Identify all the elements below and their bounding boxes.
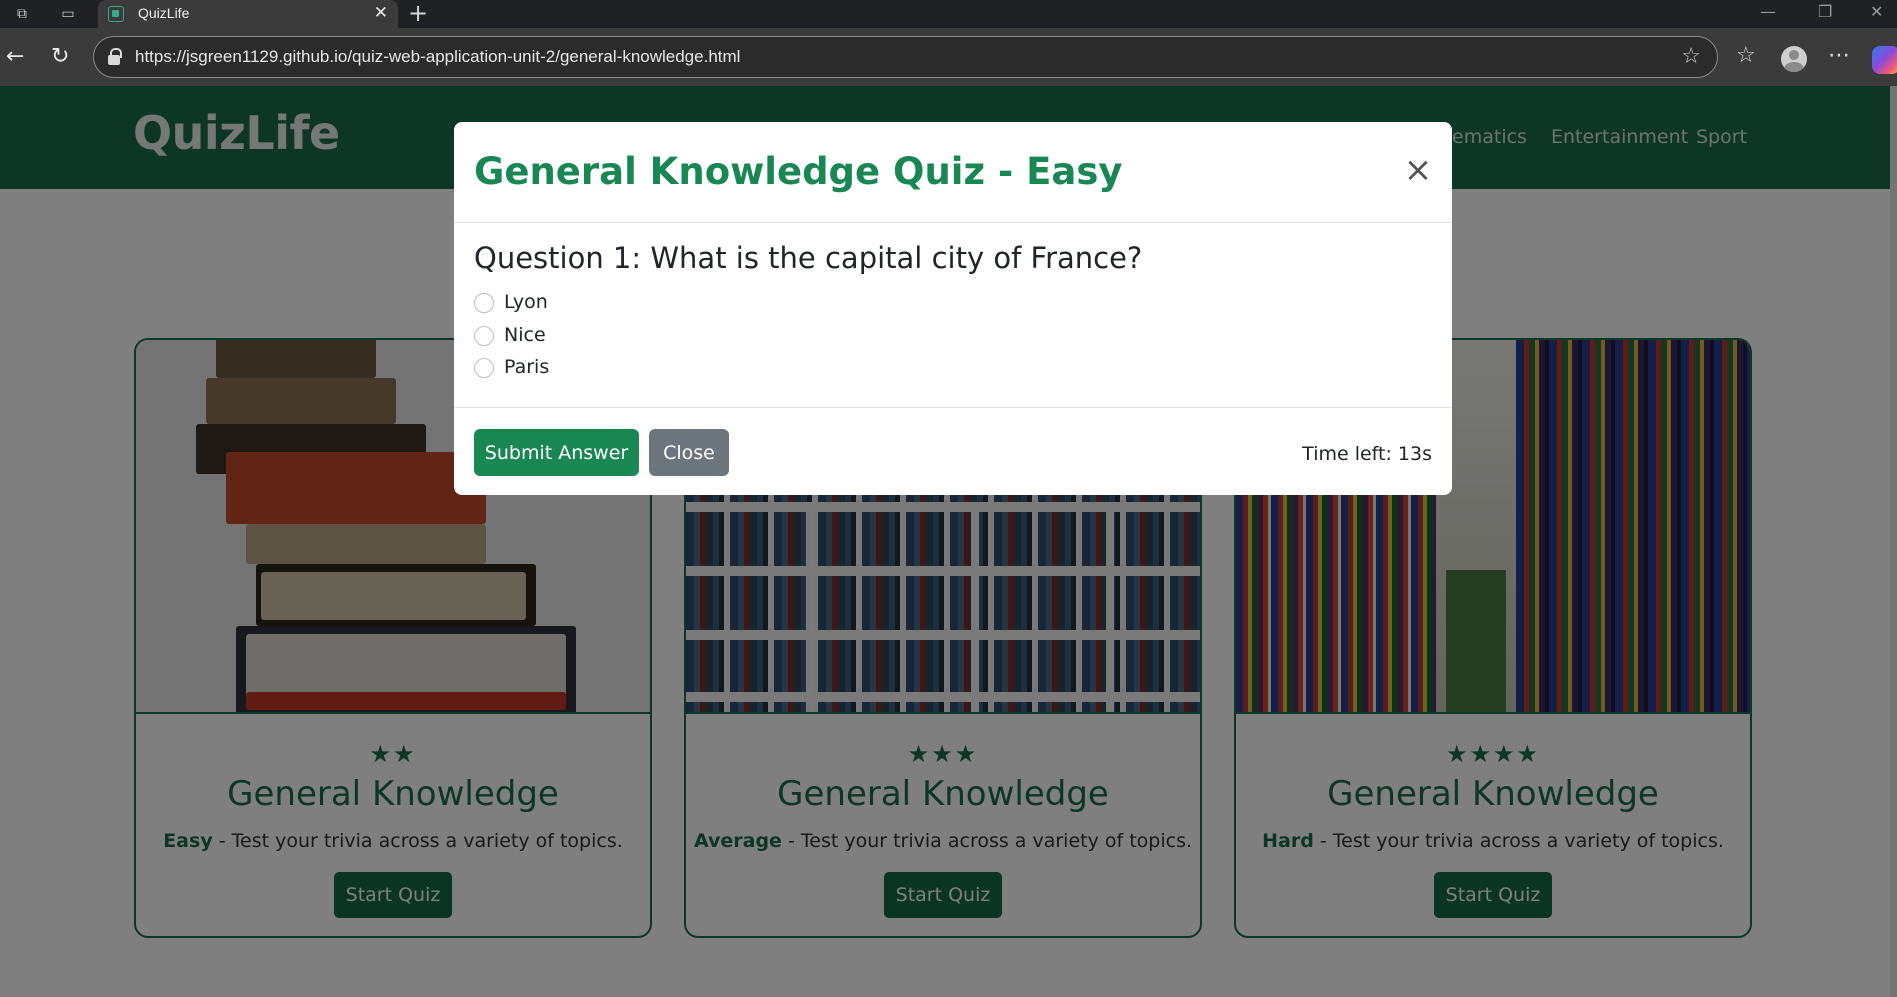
- browser-tab-bar: ⧉ ▭ QuizLife ✕ + — ❐ ✕: [0, 0, 1897, 28]
- profile-avatar-icon[interactable]: [1781, 46, 1807, 72]
- new-tab-button[interactable]: +: [408, 1, 428, 25]
- tab-close-icon[interactable]: ✕: [374, 3, 388, 23]
- radio-button[interactable]: [474, 293, 494, 313]
- tab-title: QuizLife: [138, 5, 190, 21]
- window-close-icon[interactable]: ✕: [1870, 2, 1883, 21]
- restore-icon[interactable]: ❐: [1818, 2, 1832, 21]
- close-icon[interactable]: ×: [1400, 152, 1436, 188]
- workspaces-icon[interactable]: ⧉: [12, 4, 32, 24]
- radio-button[interactable]: [474, 326, 494, 346]
- tab-actions-icon[interactable]: ▭: [58, 4, 78, 24]
- radio-button[interactable]: [474, 358, 494, 378]
- option-label[interactable]: Paris: [504, 356, 549, 378]
- more-menu-icon[interactable]: ⋯: [1828, 43, 1850, 69]
- timer-text: Time left: 13s: [1302, 443, 1432, 465]
- url-text[interactable]: https://jsgreen1129.github.io/quiz-web-a…: [135, 47, 740, 67]
- site-favicon-icon: [108, 6, 124, 22]
- copilot-icon[interactable]: [1872, 46, 1897, 74]
- favorite-star-icon[interactable]: ☆: [1681, 44, 1701, 69]
- modal-body: Question 1: What is the capital city of …: [454, 223, 1452, 408]
- modal-title: General Knowledge Quiz - Easy: [474, 150, 1123, 193]
- favorites-list-icon[interactable]: ☆: [1736, 43, 1756, 69]
- option-label[interactable]: Lyon: [504, 291, 548, 313]
- browser-toolbar: ← ↻ https://jsgreen1129.github.io/quiz-w…: [0, 28, 1897, 86]
- address-bar[interactable]: https://jsgreen1129.github.io/quiz-web-a…: [93, 36, 1718, 78]
- refresh-icon[interactable]: ↻: [51, 45, 69, 69]
- active-tab[interactable]: QuizLife ✕: [98, 0, 398, 28]
- question-text: Question 1: What is the capital city of …: [474, 241, 1143, 275]
- modal-header: General Knowledge Quiz - Easy ×: [454, 122, 1452, 223]
- lock-icon[interactable]: [108, 48, 122, 66]
- minimize-icon[interactable]: —: [1760, 2, 1776, 21]
- close-button[interactable]: Close: [649, 429, 729, 476]
- submit-answer-button[interactable]: Submit Answer: [474, 429, 639, 476]
- quiz-modal: General Knowledge Quiz - Easy × Question…: [454, 122, 1452, 495]
- back-icon[interactable]: ←: [6, 45, 24, 69]
- option-label[interactable]: Nice: [504, 324, 546, 346]
- modal-footer: Submit Answer Close Time left: 13s: [454, 409, 1452, 495]
